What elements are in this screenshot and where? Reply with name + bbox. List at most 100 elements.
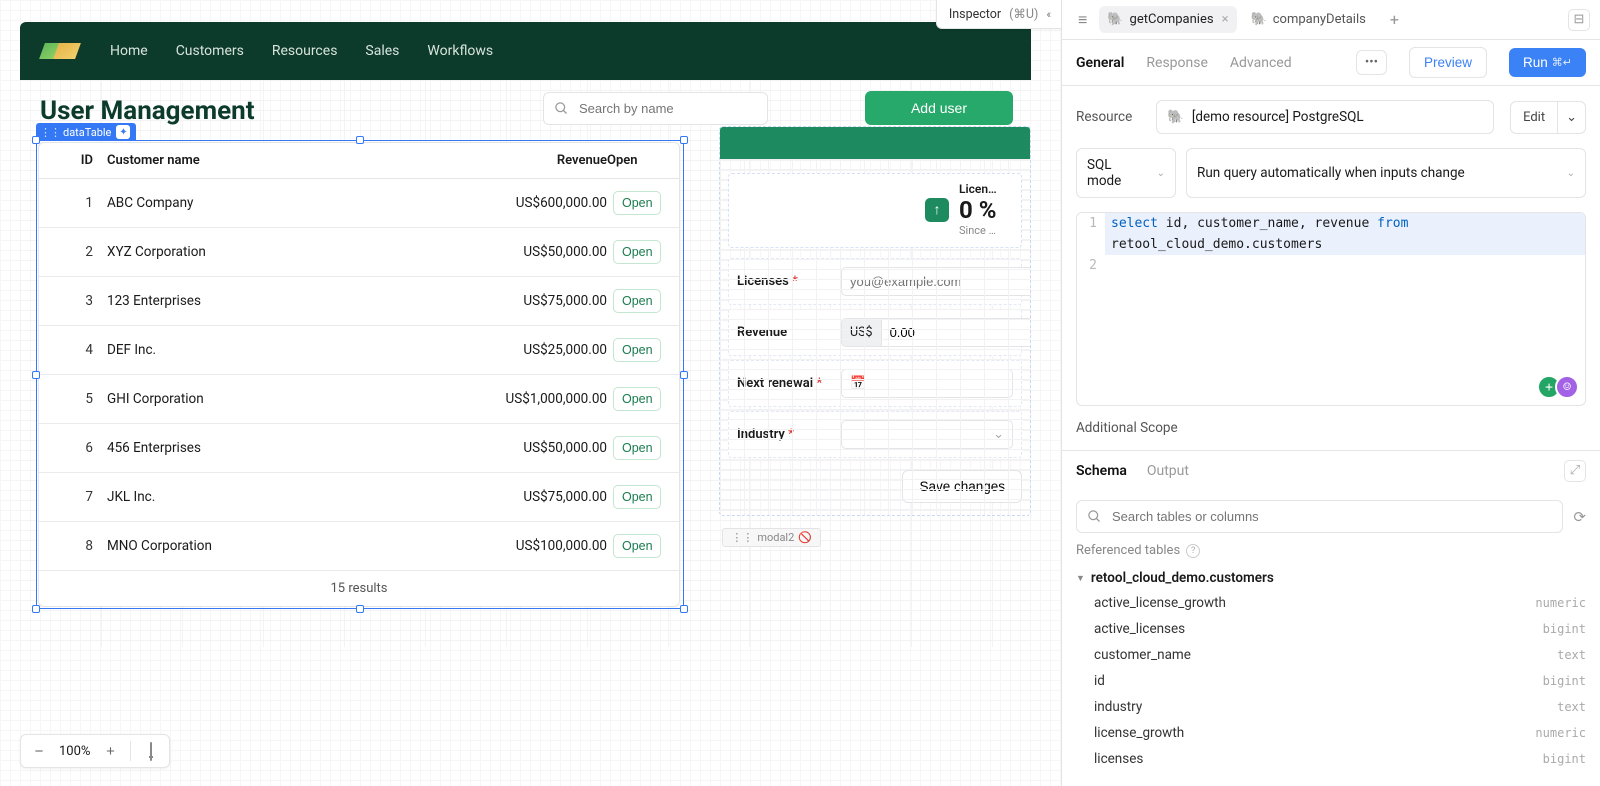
nav-home[interactable]: Home: [110, 43, 148, 59]
resize-handle[interactable]: [680, 605, 688, 613]
table-row[interactable]: 1ABC CompanyUS$600,000.00Open: [39, 179, 679, 228]
resource-select[interactable]: 🐘 [demo resource] PostgreSQL: [1156, 100, 1494, 134]
table-row[interactable]: 6456 EnterprisesUS$50,000.00Open: [39, 424, 679, 473]
schema-column[interactable]: active_licensesbigint: [1076, 616, 1586, 642]
licenses-row[interactable]: Licenses *: [728, 258, 1022, 305]
info-icon[interactable]: ?: [1186, 544, 1200, 558]
resize-handle[interactable]: [680, 136, 688, 144]
open-button[interactable]: Open: [613, 191, 661, 215]
schema-column[interactable]: industrytext: [1076, 694, 1586, 720]
column-type: bigint: [1543, 622, 1586, 636]
subtab-output[interactable]: Output: [1147, 463, 1189, 479]
renewal-input[interactable]: 📅: [841, 369, 1013, 398]
close-icon[interactable]: ×: [1222, 12, 1229, 27]
subtab-response[interactable]: Response: [1146, 55, 1208, 71]
open-button[interactable]: Open: [613, 289, 661, 313]
sql-mode-select[interactable]: SQL mode ⌄: [1076, 148, 1176, 198]
cell-id: 2: [51, 244, 107, 260]
licenses-input[interactable]: [841, 267, 1031, 296]
sql-line-2[interactable]: [1105, 255, 1117, 276]
sparkle-icon[interactable]: ✦: [116, 125, 130, 139]
revenue-input[interactable]: [881, 318, 1031, 347]
inspector-toggle[interactable]: Inspector (⌘U) ‹‹: [936, 0, 1061, 29]
nav-resources[interactable]: Resources: [272, 43, 338, 59]
table-row[interactable]: 4DEF Inc.US$25,000.00Open: [39, 326, 679, 375]
collapse-icon[interactable]: ⊟: [1568, 9, 1590, 31]
resize-handle[interactable]: [680, 371, 688, 379]
device-icon: [150, 742, 152, 761]
add-user-button[interactable]: Add user: [865, 91, 1013, 125]
sql-line-1b[interactable]: retool_cloud_demo.customers: [1105, 234, 1328, 255]
selection-tag[interactable]: ⋮⋮ dataTable ✦: [36, 123, 136, 141]
table-row[interactable]: 7JKL Inc.US$75,000.00Open: [39, 473, 679, 522]
open-button[interactable]: Open: [613, 387, 661, 411]
tab-companydetails[interactable]: 🐘 companyDetails: [1243, 6, 1374, 33]
renewal-row[interactable]: Next renewal * 📅: [728, 360, 1022, 407]
run-trigger-select[interactable]: Run query automatically when inputs chan…: [1186, 148, 1586, 198]
subtab-general[interactable]: General: [1076, 55, 1124, 71]
open-button[interactable]: Open: [613, 338, 661, 362]
col-revenue[interactable]: Revenue: [467, 153, 607, 168]
modal-chip[interactable]: ⋮⋮ modal2 🚫: [722, 528, 821, 547]
col-id[interactable]: ID: [51, 153, 107, 168]
column-name: licenses: [1094, 751, 1543, 767]
nav-sales[interactable]: Sales: [365, 43, 399, 59]
column-type: bigint: [1543, 752, 1586, 766]
save-button[interactable]: Save changes: [902, 470, 1022, 503]
sql-line-1[interactable]: select id, customer_name, revenue from: [1105, 213, 1414, 234]
industry-row[interactable]: Industry * ⌄: [728, 411, 1022, 458]
sql-editor[interactable]: 1 select id, customer_name, revenue from…: [1076, 212, 1586, 406]
nav-customers[interactable]: Customers: [176, 43, 244, 59]
zoom-out-button[interactable]: −: [27, 739, 51, 763]
revenue-row[interactable]: Revenue US$ ▲▼: [728, 309, 1022, 356]
preview-button[interactable]: Preview: [1409, 47, 1487, 78]
resize-handle[interactable]: [32, 605, 40, 613]
table-row[interactable]: 2XYZ CorporationUS$50,000.00Open: [39, 228, 679, 277]
open-button[interactable]: Open: [613, 240, 661, 264]
edit-label: Edit: [1511, 102, 1557, 133]
selected-component[interactable]: ⋮⋮ dataTable ✦ ID Cu: [38, 142, 682, 607]
open-button[interactable]: Open: [613, 534, 661, 558]
refresh-icon[interactable]: ⟳: [1573, 508, 1586, 526]
expand-icon[interactable]: ⤢: [1564, 460, 1586, 482]
tab-getcompanies[interactable]: 🐘 getCompanies ×: [1099, 6, 1236, 33]
resource-edit[interactable]: Edit ⌄: [1510, 101, 1586, 134]
schema-column[interactable]: customer_nametext: [1076, 642, 1586, 668]
kpi-widget[interactable]: ↑ Licen… 0 % Since …: [728, 173, 1022, 248]
schema-column[interactable]: active_license_growthnumeric: [1076, 590, 1586, 616]
search-input-wrap[interactable]: [543, 92, 768, 125]
run-kbd: ⌘↵: [1552, 56, 1572, 69]
more-button[interactable]: •••: [1356, 50, 1387, 75]
schema-search-input[interactable]: [1110, 508, 1552, 525]
col-action[interactable]: Open: [607, 153, 667, 168]
hamburger-icon[interactable]: ≡: [1072, 10, 1093, 30]
col-name[interactable]: Customer name: [107, 153, 467, 168]
open-button[interactable]: Open: [613, 485, 661, 509]
open-button[interactable]: Open: [613, 436, 661, 460]
data-table[interactable]: ID Customer name Revenue Open 1ABC Compa…: [38, 142, 680, 607]
schema-tree: ▼ retool_cloud_demo.customers active_lic…: [1062, 562, 1600, 786]
device-preview-button[interactable]: [139, 739, 163, 763]
schema-search-wrap[interactable]: [1076, 500, 1563, 533]
nav-workflows[interactable]: Workflows: [427, 43, 493, 59]
subtab-schema[interactable]: Schema: [1076, 463, 1127, 479]
detail-card[interactable]: ↑ Licen… 0 % Since … Licenses * Revenue: [719, 126, 1031, 516]
table-row[interactable]: 3123 EnterprisesUS$75,000.00Open: [39, 277, 679, 326]
industry-select[interactable]: ⌄: [841, 420, 1013, 449]
zoom-in-button[interactable]: +: [98, 739, 122, 763]
table-row[interactable]: 8MNO CorporationUS$100,000.00Open: [39, 522, 679, 571]
ai-chat-icon[interactable]: ☺: [1555, 375, 1579, 399]
search-input[interactable]: [577, 100, 757, 117]
run-button[interactable]: Run ⌘↵: [1509, 48, 1586, 77]
schema-column[interactable]: licensesbigint: [1076, 746, 1586, 772]
table-row[interactable]: 5GHI CorporationUS$1,000,000.00Open: [39, 375, 679, 424]
resource-value: [demo resource] PostgreSQL: [1192, 109, 1364, 125]
chevron-down-icon[interactable]: ⌄: [1557, 102, 1585, 133]
schema-column[interactable]: license_growthnumeric: [1076, 720, 1586, 746]
caret-down-icon[interactable]: ▼: [1076, 573, 1085, 584]
schema-table[interactable]: ▼ retool_cloud_demo.customers: [1076, 566, 1586, 590]
subtab-advanced[interactable]: Advanced: [1230, 55, 1292, 71]
schema-column[interactable]: idbigint: [1076, 668, 1586, 694]
schema-tabs: Schema Output ⤢: [1062, 450, 1600, 490]
add-tab-button[interactable]: +: [1380, 10, 1409, 29]
